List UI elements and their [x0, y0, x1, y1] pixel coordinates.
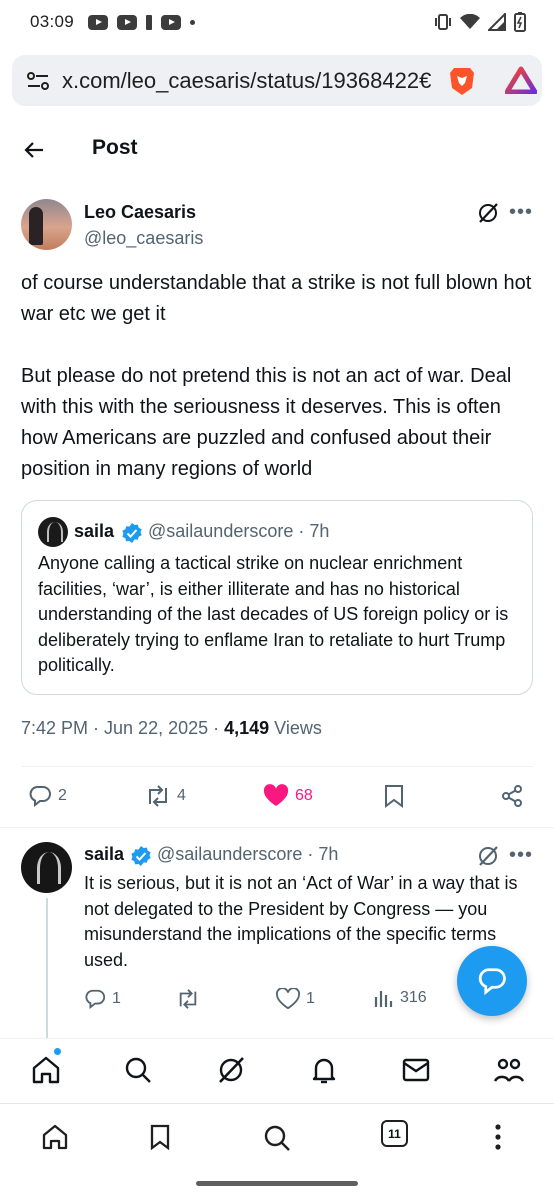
author-name[interactable]: Leo Caesaris [84, 202, 196, 223]
like-button[interactable]: 68 [263, 784, 313, 808]
battery-notification-icon [146, 14, 153, 30]
bookmark-button[interactable] [383, 784, 405, 808]
like-count: 68 [295, 787, 313, 804]
compose-reply-button[interactable] [457, 946, 527, 1016]
browser-home-icon[interactable] [41, 1123, 69, 1151]
url-bar[interactable]: x.com/leo_caesaris/status/19368422€ [12, 55, 542, 106]
grok-icon[interactable] [476, 201, 500, 225]
grok-icon[interactable] [476, 844, 500, 868]
page-title: Post [92, 136, 138, 159]
browser-search-icon[interactable] [262, 1123, 292, 1153]
youtube-notification-icon [117, 14, 138, 30]
status-time: 03:09 [30, 12, 75, 31]
verified-badge-icon [131, 846, 151, 866]
repost-icon [149, 785, 167, 807]
site-settings-icon[interactable] [26, 71, 50, 91]
repost-button[interactable]: 4 [145, 784, 186, 808]
views-count: 316 [400, 989, 427, 1006]
reply-count: 1 [112, 990, 121, 1007]
share-icon [502, 785, 522, 807]
repost-icon [179, 989, 197, 1009]
quoted-post[interactable]: saila @sailaunderscore · 7h Anyone calli… [21, 500, 533, 695]
home-unread-dot [54, 1048, 61, 1055]
post-timestamp[interactable]: 7:42 PM · Jun 22, 2025 · [21, 718, 224, 738]
like-button[interactable]: 1 [276, 988, 315, 1010]
search-icon[interactable] [123, 1055, 153, 1085]
author-handle[interactable]: @leo_caesaris [84, 228, 203, 249]
views-button[interactable]: 316 [374, 988, 427, 1008]
post-body: of course understandable that a strike i… [21, 268, 533, 485]
back-arrow-icon[interactable] [22, 138, 46, 162]
notifications-bell-icon[interactable] [309, 1055, 339, 1085]
brave-shields-icon[interactable] [445, 64, 479, 98]
analytics-icon [374, 991, 393, 1007]
status-bar: 03:09 [0, 0, 554, 44]
quoted-post-text: Anyone calling a tactical strike on nucl… [38, 553, 509, 675]
vibrate-icon [435, 14, 451, 30]
heart-icon [276, 988, 300, 1010]
reply-icon [85, 989, 106, 1010]
notification-icons [88, 14, 196, 30]
reply-button[interactable]: 2 [28, 784, 67, 808]
youtube-notification-icon [88, 14, 109, 30]
author-avatar[interactable] [21, 199, 72, 250]
grok-icon[interactable] [216, 1055, 246, 1085]
system-icons [434, 12, 526, 32]
browser-bookmarks-icon[interactable] [148, 1123, 172, 1151]
more-options-icon[interactable]: ••• [509, 844, 533, 867]
page-header: Post [0, 128, 554, 172]
communities-icon[interactable] [493, 1055, 525, 1085]
home-icon[interactable] [31, 1055, 61, 1085]
repost-count: 4 [177, 787, 186, 804]
views-label: Views [269, 718, 322, 738]
reply-button[interactable]: 1 [84, 988, 121, 1010]
quoted-author-handle-time: @sailaunderscore · 7h [148, 521, 330, 541]
more-options-icon[interactable]: ••• [509, 201, 533, 224]
bookmark-icon [385, 785, 403, 808]
browser-menu-icon[interactable] [493, 1123, 503, 1151]
post-paragraph: But please do not pretend this is not an… [21, 365, 512, 480]
views-count: 4,149 [224, 718, 270, 738]
thread-line [46, 898, 48, 1038]
reply-author-avatar[interactable] [21, 842, 72, 893]
reply-icon [29, 786, 51, 808]
signal-icon [488, 13, 506, 31]
youtube-notification-icon [161, 14, 182, 30]
reply-bubble-icon [478, 968, 506, 996]
more-notifications-dot-icon [190, 19, 196, 25]
reply-author-name[interactable]: saila [84, 844, 124, 865]
like-count: 1 [306, 990, 315, 1007]
browser-bottom-toolbar [0, 1103, 554, 1168]
reply-count: 2 [58, 787, 67, 804]
post-actions: 2 4 68 [0, 780, 554, 812]
divider [21, 766, 533, 767]
messages-envelope-icon[interactable] [401, 1055, 431, 1085]
post-paragraph: of course understandable that a strike i… [21, 272, 532, 325]
divider [0, 827, 554, 828]
quoted-author-name: saila [74, 521, 115, 541]
verified-badge-icon [122, 523, 142, 543]
url-text[interactable]: x.com/leo_caesaris/status/19368422€ [62, 68, 432, 94]
wifi-icon [460, 14, 480, 29]
quoted-author-avatar [38, 517, 68, 547]
brave-rewards-icon[interactable] [505, 66, 537, 94]
gesture-navigation-bar[interactable] [196, 1181, 358, 1186]
battery-icon [514, 12, 526, 32]
share-button[interactable] [500, 784, 524, 808]
repost-button[interactable] [176, 988, 200, 1010]
heart-filled-icon [263, 784, 289, 806]
reply-author-handle-time[interactable]: @sailaunderscore · 7h [157, 844, 338, 865]
post-metadata: 7:42 PM · Jun 22, 2025 · 4,149 Views [21, 718, 322, 739]
x-bottom-navigation [0, 1038, 554, 1102]
tab-switcher-button[interactable]: 11 [381, 1120, 408, 1147]
